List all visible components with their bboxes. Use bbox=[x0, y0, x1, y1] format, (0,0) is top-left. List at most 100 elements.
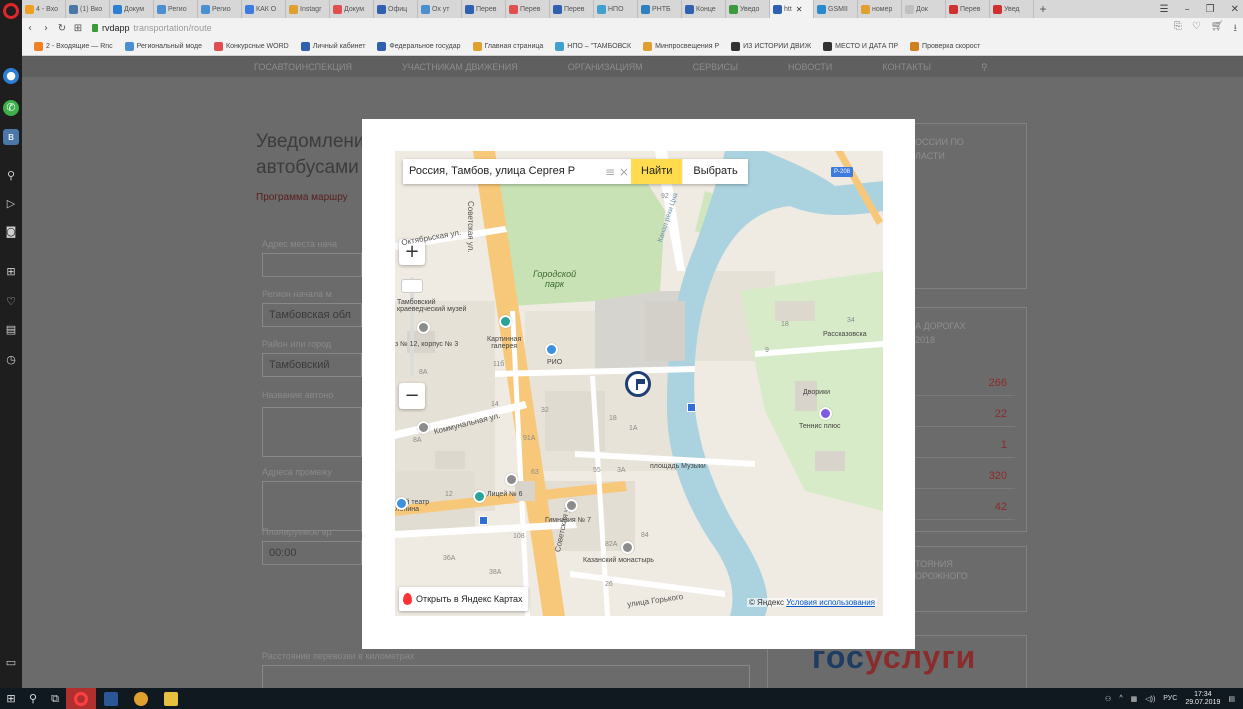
whatsapp-icon[interactable]: ✆ bbox=[3, 100, 19, 116]
browser-tab[interactable]: Докум bbox=[110, 0, 154, 18]
browser-tab[interactable]: Регио bbox=[154, 0, 198, 18]
bookmark-item[interactable]: ИЗ ИСТОРИИ ДВИЖ bbox=[731, 42, 811, 51]
browser-tab[interactable]: 4 - Вхо bbox=[22, 0, 66, 18]
browser-tab[interactable]: Instagr bbox=[286, 0, 330, 18]
url-field[interactable]: rvdapp transportation/route bbox=[92, 23, 212, 33]
forward-icon[interactable]: › bbox=[38, 23, 54, 34]
search-icon[interactable]: ⚲ bbox=[3, 168, 19, 184]
site-nav-item[interactable]: УЧАСТНИКАМ ДВИЖЕНИЯ bbox=[402, 62, 518, 72]
bookmark-item[interactable]: Региональный моде bbox=[124, 42, 202, 51]
people-icon[interactable]: ⚇ bbox=[1105, 695, 1111, 703]
site-search-icon[interactable]: ⚲ bbox=[981, 62, 988, 73]
browser-tab[interactable]: Докум bbox=[330, 0, 374, 18]
form-field-input[interactable] bbox=[262, 481, 362, 531]
site-nav-item[interactable]: КОНТАКТЫ bbox=[882, 62, 931, 72]
monastery-poi-icon[interactable] bbox=[621, 541, 634, 554]
bookmark-item[interactable]: МЕСТО И ДАТА ПР bbox=[823, 42, 898, 51]
history-icon[interactable]: ◷ bbox=[3, 352, 19, 368]
windows-start-icon[interactable]: ⊞ bbox=[0, 688, 22, 709]
rio-poi-icon[interactable] bbox=[545, 343, 558, 356]
building-poi-icon[interactable] bbox=[505, 473, 518, 486]
volume-icon[interactable]: ◁)) bbox=[1145, 695, 1155, 703]
snapshot-icon[interactable]: ⎘ bbox=[1174, 21, 1182, 38]
gallery-poi-icon[interactable] bbox=[499, 315, 512, 328]
browser-tab[interactable]: Увед bbox=[990, 0, 1034, 18]
chrome-taskbar-app[interactable] bbox=[126, 688, 156, 709]
form-field-input[interactable]: 00:00 bbox=[262, 541, 362, 565]
camera-icon[interactable]: ◙ bbox=[3, 224, 19, 240]
back-icon[interactable]: ‹ bbox=[22, 23, 38, 34]
browser-tab[interactable]: (1) Вко bbox=[66, 0, 110, 18]
tray-chevron-icon[interactable]: ^ bbox=[1119, 695, 1122, 702]
browser-tab[interactable]: GSMII bbox=[814, 0, 858, 18]
bookmark-item[interactable]: 2 - Входящие — Rnc bbox=[34, 42, 113, 51]
sidebar-toggle-icon[interactable]: ▭ bbox=[3, 655, 19, 671]
bookmark-item[interactable]: Проверка скорост bbox=[910, 42, 980, 51]
speed-dial-icon[interactable]: ⊞ bbox=[3, 264, 19, 280]
close-window-icon[interactable]: ✕ bbox=[1231, 4, 1239, 15]
browser-tab[interactable]: Конце bbox=[682, 0, 726, 18]
send-icon[interactable]: ▷ bbox=[3, 196, 19, 212]
browser-tab[interactable]: Уведо bbox=[726, 0, 770, 18]
close-tab-icon[interactable]: ✕ bbox=[796, 5, 803, 14]
browser-tab[interactable]: Док bbox=[902, 0, 946, 18]
vk-icon[interactable]: в bbox=[3, 129, 19, 145]
browser-tab[interactable]: Перев bbox=[462, 0, 506, 18]
bus-stop-icon[interactable] bbox=[687, 403, 696, 412]
explorer-taskbar-app[interactable] bbox=[156, 688, 186, 709]
messenger-icon[interactable]: ● bbox=[3, 68, 19, 84]
browser-tab[interactable]: Ох ут bbox=[418, 0, 462, 18]
browser-tab[interactable]: НПО bbox=[594, 0, 638, 18]
yandex-map[interactable]: Россия, Тамбов, улица Сергея Р ≡ × Найти… bbox=[395, 151, 883, 616]
building-poi-icon[interactable] bbox=[417, 421, 430, 434]
form-field-input[interactable] bbox=[262, 665, 750, 688]
language-indicator[interactable]: РУС bbox=[1163, 695, 1177, 702]
bookmark-item[interactable]: Личный кабинет bbox=[300, 42, 365, 51]
browser-tab[interactable]: Регио bbox=[198, 0, 242, 18]
close-search-icon[interactable]: × bbox=[617, 165, 631, 179]
word-taskbar-app[interactable] bbox=[96, 688, 126, 709]
zoom-out-button[interactable]: − bbox=[399, 383, 425, 409]
browser-tab[interactable]: КАК О bbox=[242, 0, 286, 18]
form-field-input[interactable]: Тамбовская обл bbox=[262, 303, 362, 327]
lyceum-poi-icon[interactable] bbox=[473, 490, 486, 503]
browser-tab[interactable]: Перев bbox=[946, 0, 990, 18]
open-in-yandex-maps-button[interactable]: Открыть в Яндекс Картах bbox=[399, 587, 529, 611]
browser-tab[interactable]: Офиц bbox=[374, 0, 418, 18]
tab-menu-icon[interactable]: ☰ bbox=[1160, 4, 1169, 15]
bookmark-item[interactable]: Федеральное государ bbox=[377, 42, 461, 51]
heart-icon[interactable]: ♡ bbox=[3, 294, 19, 310]
cart-icon[interactable]: 🛒︎ bbox=[1211, 21, 1224, 38]
site-nav-item[interactable]: ГОСАВТОИНСПЕКЦИЯ bbox=[254, 62, 352, 72]
network-icon[interactable]: ▦ bbox=[1131, 695, 1138, 703]
theatre-poi-icon[interactable] bbox=[395, 497, 408, 510]
terms-of-use-link[interactable]: Условия использования bbox=[786, 598, 875, 607]
new-tab-icon[interactable]: + bbox=[1034, 2, 1052, 16]
bookmark-item[interactable]: Конкурсные WORD bbox=[214, 42, 289, 51]
clock[interactable]: 17:34 29.07.2019 bbox=[1185, 691, 1220, 707]
news-icon[interactable]: ▤ bbox=[3, 322, 19, 338]
selected-location-flag-icon[interactable] bbox=[625, 371, 651, 397]
minimize-icon[interactable]: – bbox=[1185, 4, 1190, 15]
zoom-slider-handle[interactable] bbox=[401, 279, 423, 293]
bookmark-item[interactable]: Главная страница bbox=[472, 42, 543, 51]
task-view-icon[interactable]: ⧉ bbox=[44, 688, 66, 709]
reload-icon[interactable]: ↻ bbox=[54, 23, 70, 34]
form-field-input[interactable] bbox=[262, 407, 362, 457]
tennis-poi-icon[interactable] bbox=[819, 407, 832, 420]
search-icon[interactable]: ⚲ bbox=[22, 688, 44, 709]
clear-search-icon[interactable]: ≡ bbox=[603, 165, 617, 179]
notifications-icon[interactable]: ▤ bbox=[1228, 695, 1235, 703]
site-nav-item[interactable]: НОВОСТИ bbox=[788, 62, 832, 72]
bus-stop-icon[interactable] bbox=[479, 516, 488, 525]
gymnasium-poi-icon[interactable] bbox=[565, 499, 578, 512]
browser-tab[interactable]: Перев bbox=[506, 0, 550, 18]
opera-taskbar-app[interactable] bbox=[66, 688, 96, 709]
map-search-input[interactable]: Россия, Тамбов, улица Сергея Р bbox=[403, 159, 603, 184]
site-nav-item[interactable]: ОРГАНИЗАЦИЯМ bbox=[568, 62, 643, 72]
bookmark-item[interactable]: Минпросвещения Р bbox=[643, 42, 719, 51]
speed-dial-grid-icon[interactable]: ⊞ bbox=[70, 23, 86, 34]
form-field-input[interactable]: Тамбовский bbox=[262, 353, 362, 377]
browser-tab[interactable]: Перев bbox=[550, 0, 594, 18]
museum-poi-icon[interactable] bbox=[417, 321, 430, 334]
